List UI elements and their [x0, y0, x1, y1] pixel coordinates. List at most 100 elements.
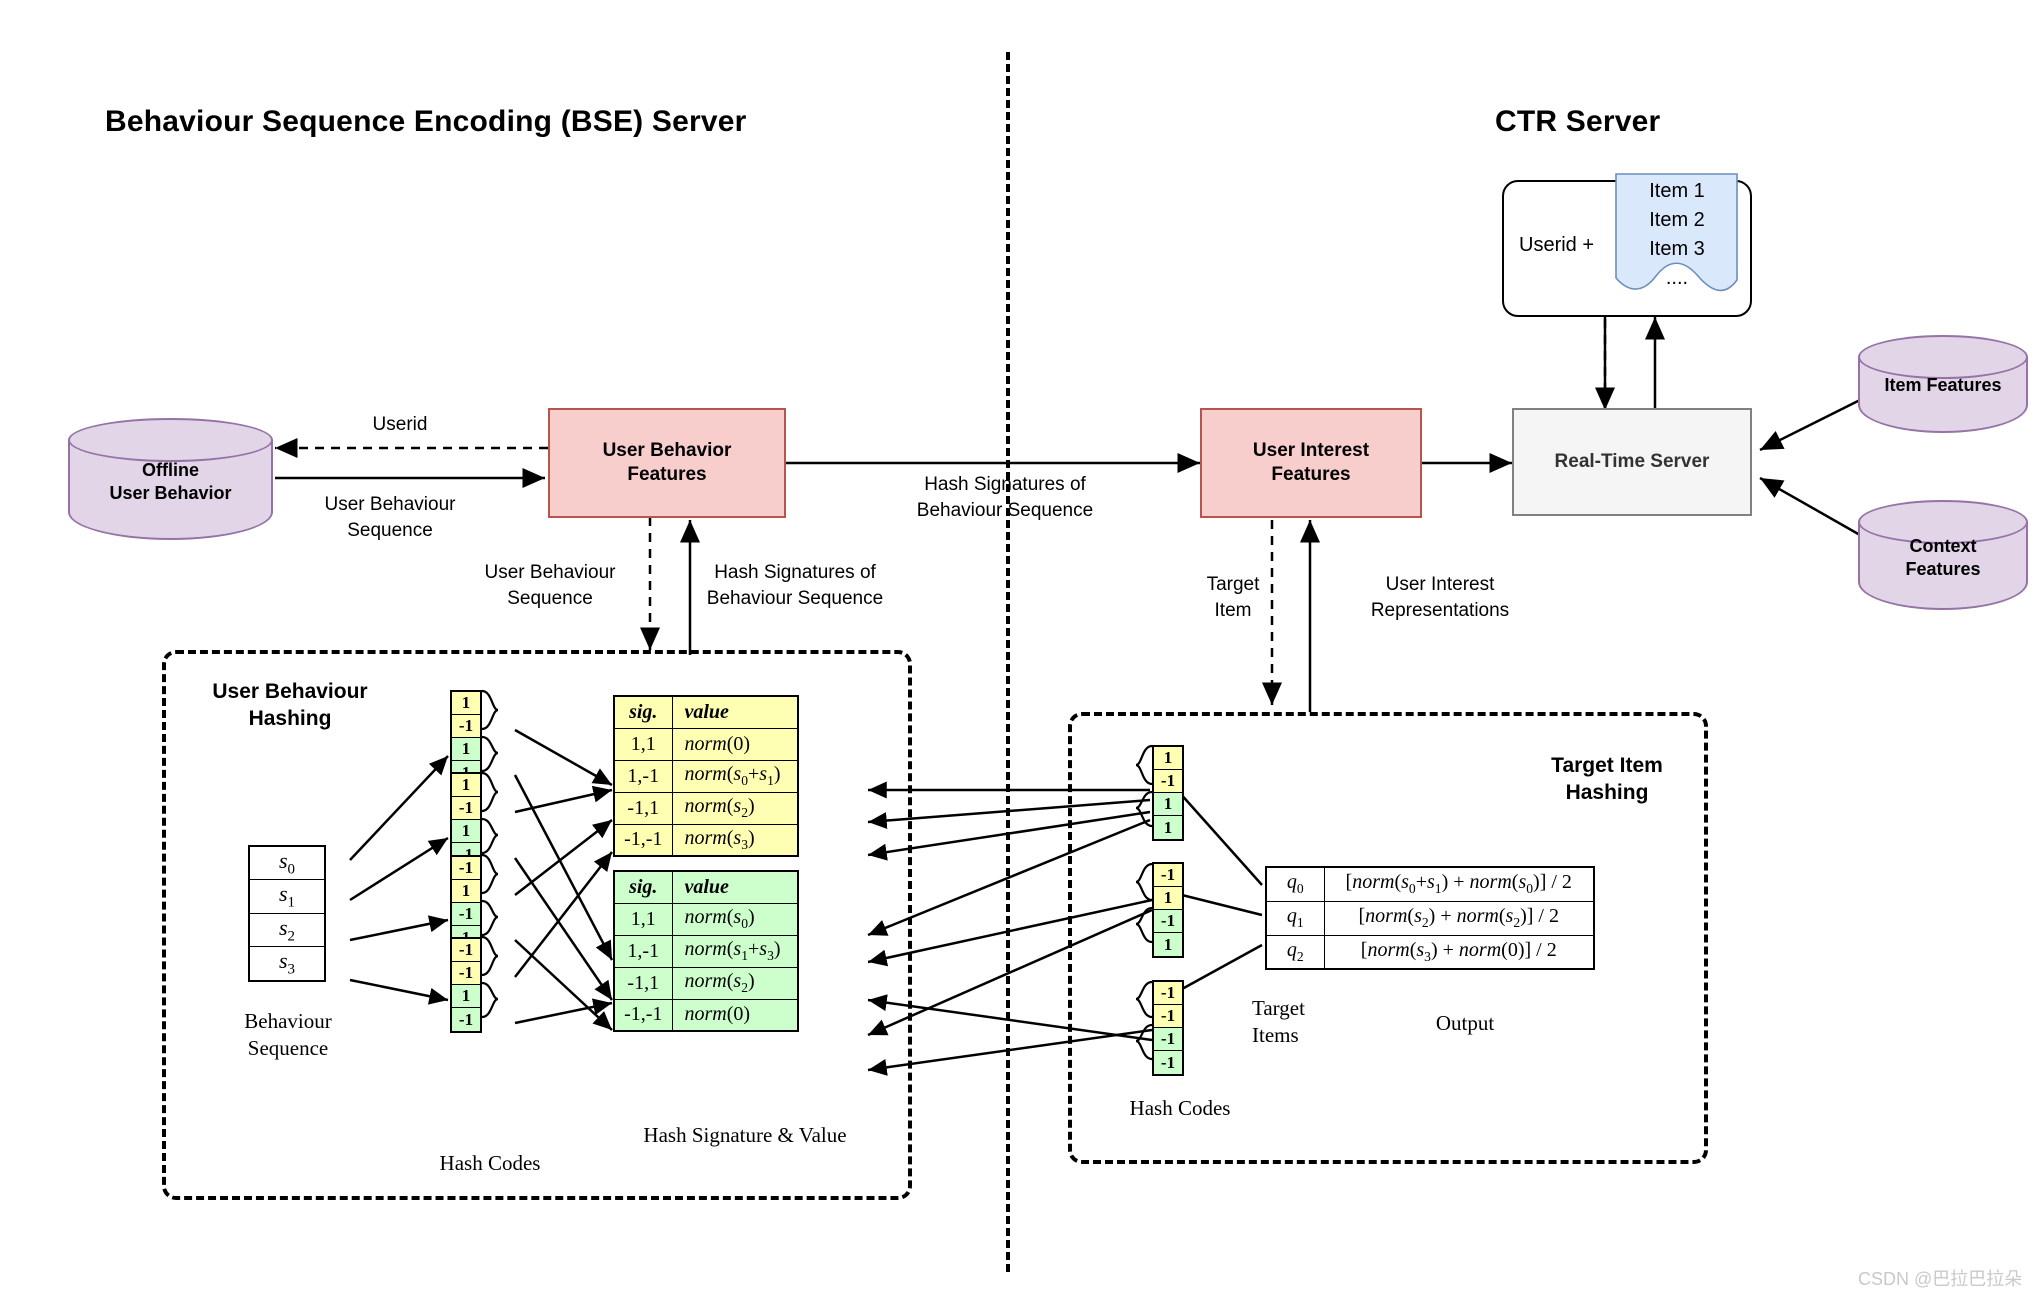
- col-header-sig: sig.: [613, 870, 673, 904]
- sig-cell: -1,1: [613, 791, 673, 825]
- sig-cell: 1,-1: [613, 759, 673, 793]
- real-time-server-box[interactable]: Real-Time Server: [1512, 408, 1752, 516]
- item-features-label: Item Features: [1884, 374, 2002, 395]
- edge-label-target-item: Target Item: [1206, 574, 1260, 621]
- ctr-server-title: CTR Server: [1495, 105, 1661, 138]
- table-row: 1,-1 norm(s0+s1): [613, 759, 799, 793]
- user-interest-features-box[interactable]: User Interest Features: [1200, 408, 1422, 518]
- target-items-caption: Target Items: [1252, 996, 1305, 1048]
- cylinder-top: [68, 418, 273, 462]
- table-row: q1 [norm(s2) + norm(s2)] / 2: [1265, 900, 1595, 936]
- sig-cell: -1,-1: [613, 823, 673, 857]
- table-header-row: sig. value: [613, 870, 799, 904]
- table-row: s1: [248, 879, 326, 914]
- value-cell: norm(s1+s3): [671, 934, 799, 968]
- target-item-key: q2: [1265, 934, 1325, 970]
- edge-label-hash-signatures-up: Hash Signatures of Behaviour Sequence: [706, 562, 884, 609]
- hash-brace-layer-left: [481, 689, 499, 1019]
- user-behaviour-hashing-title: User Behaviour Hashing: [212, 680, 368, 731]
- table-row: 1,1 norm(s0): [613, 902, 799, 936]
- hash-signature-table-green: sig. value 1,1 norm(s0) 1,-1 norm(s1+s3)…: [613, 870, 799, 1032]
- hash-cell: -1: [452, 715, 480, 738]
- edge-label-user-interest-representations: User Interest Representations: [1370, 574, 1510, 621]
- col-header-value: value: [671, 695, 799, 729]
- target-item-expression: [norm(s2) + norm(s2)] / 2: [1323, 900, 1595, 936]
- item-2: Item 2: [1649, 209, 1705, 231]
- sig-cell: -1,-1: [613, 998, 673, 1032]
- bse-server-title: Behaviour Sequence Encoding (BSE) Server: [105, 105, 747, 138]
- value-cell: norm(s0): [671, 902, 799, 936]
- hash-cell: -1: [452, 939, 480, 962]
- hash-brace-layer-right: [1135, 744, 1153, 1061]
- hash-code-column-4: -1 -1 1 -1: [450, 937, 482, 1033]
- sig-cell: 1,1: [613, 902, 673, 936]
- sig-cell: 1,1: [613, 727, 673, 761]
- userid-plus-label: Userid +: [1519, 234, 1595, 256]
- edge-label-hash-signatures-mid: Hash Signatures of Behaviour Sequence: [916, 474, 1094, 521]
- hash-cell: -1: [452, 962, 480, 985]
- user-behavior-features-box[interactable]: User Behavior Features: [548, 408, 786, 518]
- watermark: CSDN @巴拉巴拉朵: [1858, 1269, 2023, 1289]
- target-item-expression: [norm(s3) + norm(0)] / 2: [1323, 934, 1595, 970]
- hash-cell: 1: [452, 774, 480, 797]
- table-row: s0: [248, 845, 326, 881]
- target-item-key: q0: [1265, 866, 1325, 902]
- sequence-cell-s0: s0: [248, 845, 326, 881]
- value-cell: norm(0): [671, 998, 799, 1032]
- item-3: Item 3: [1649, 238, 1705, 260]
- table-row: -1,1 norm(s2): [613, 791, 799, 825]
- request-card: Userid + Item 1 Item 2 Item 3 ....: [1502, 173, 1752, 317]
- target-item-hashing-title: Target Item Hashing: [1551, 754, 1663, 805]
- sig-cell: 1,-1: [613, 934, 673, 968]
- offline-user-behavior-label: Offline User Behavior: [109, 459, 232, 503]
- table-row: 1,-1 norm(s1+s3): [613, 934, 799, 968]
- value-cell: norm(0): [671, 727, 799, 761]
- context-features-label: Context Features: [1905, 535, 1981, 579]
- hash-cell: -1: [452, 903, 480, 926]
- sig-cell: -1,1: [613, 966, 673, 1000]
- behaviour-sequence-table: s0 s1 s2 s3: [248, 845, 326, 982]
- table-row: -1,-1 norm(s3): [613, 823, 799, 857]
- hash-cell: 1: [452, 738, 480, 761]
- hash-cell: 1: [452, 692, 480, 715]
- context-features-cylinder: Context Features: [1858, 500, 2028, 610]
- sequence-cell-s2: s2: [248, 912, 326, 948]
- item-1: Item 1: [1649, 180, 1705, 202]
- target-item-expression: [norm(s0+s1) + norm(s0)] / 2: [1323, 866, 1595, 902]
- hash-cell: -1: [452, 857, 480, 880]
- target-item-output-table: q0 [norm(s0+s1) + norm(s0)] / 2 q1 [norm…: [1265, 866, 1595, 970]
- table-row: 1,1 norm(0): [613, 727, 799, 761]
- user-behavior-features-label: User Behavior Features: [602, 440, 732, 485]
- table-row: q0 [norm(s0+s1) + norm(s0)] / 2: [1265, 866, 1595, 902]
- hash-signature-value-caption: Hash Signature & Value: [643, 1123, 847, 1147]
- value-cell: norm(s3): [671, 823, 799, 857]
- sequence-cell-s1: s1: [248, 879, 326, 914]
- hash-signature-table-yellow: sig. value 1,1 norm(0) 1,-1 norm(s0+s1) …: [613, 695, 799, 857]
- behaviour-sequence-caption: Behaviour Sequence: [244, 1009, 332, 1061]
- hash-code-column-2: 1 -1 1 -1: [450, 772, 482, 868]
- edge-label-user-behaviour-sequence-left: User Behaviour Sequence: [324, 494, 456, 541]
- hash-cell: -1: [452, 797, 480, 820]
- hash-cell: 1: [452, 820, 480, 843]
- table-header-row: sig. value: [613, 695, 799, 729]
- cylinder-top: [1858, 335, 2028, 379]
- offline-user-behavior-cylinder: Offline User Behavior: [68, 418, 273, 540]
- table-row: -1,-1 norm(0): [613, 998, 799, 1032]
- diagram-canvas: Behaviour Sequence Encoding (BSE) Server…: [0, 0, 2040, 1312]
- item-ellipsis: ....: [1665, 267, 1689, 289]
- table-row: s3: [248, 946, 326, 982]
- hash-cell: 1: [452, 985, 480, 1008]
- edge-label-userid: Userid: [372, 414, 428, 435]
- hash-codes-caption-left: Hash Codes: [439, 1151, 541, 1175]
- hash-cell: -1: [452, 1008, 480, 1031]
- value-cell: norm(s2): [671, 966, 799, 1000]
- sequence-cell-s3: s3: [248, 946, 326, 982]
- table-row: q2 [norm(s3) + norm(0)] / 2: [1265, 934, 1595, 970]
- output-caption: Output: [1435, 1011, 1495, 1035]
- table-row: -1,1 norm(s2): [613, 966, 799, 1000]
- edge-label-user-behaviour-sequence-down: User Behaviour Sequence: [484, 562, 616, 609]
- hash-cell: 1: [452, 880, 480, 903]
- user-interest-features-label: User Interest Features: [1252, 440, 1370, 485]
- value-cell: norm(s0+s1): [671, 759, 799, 793]
- col-header-sig: sig.: [613, 695, 673, 729]
